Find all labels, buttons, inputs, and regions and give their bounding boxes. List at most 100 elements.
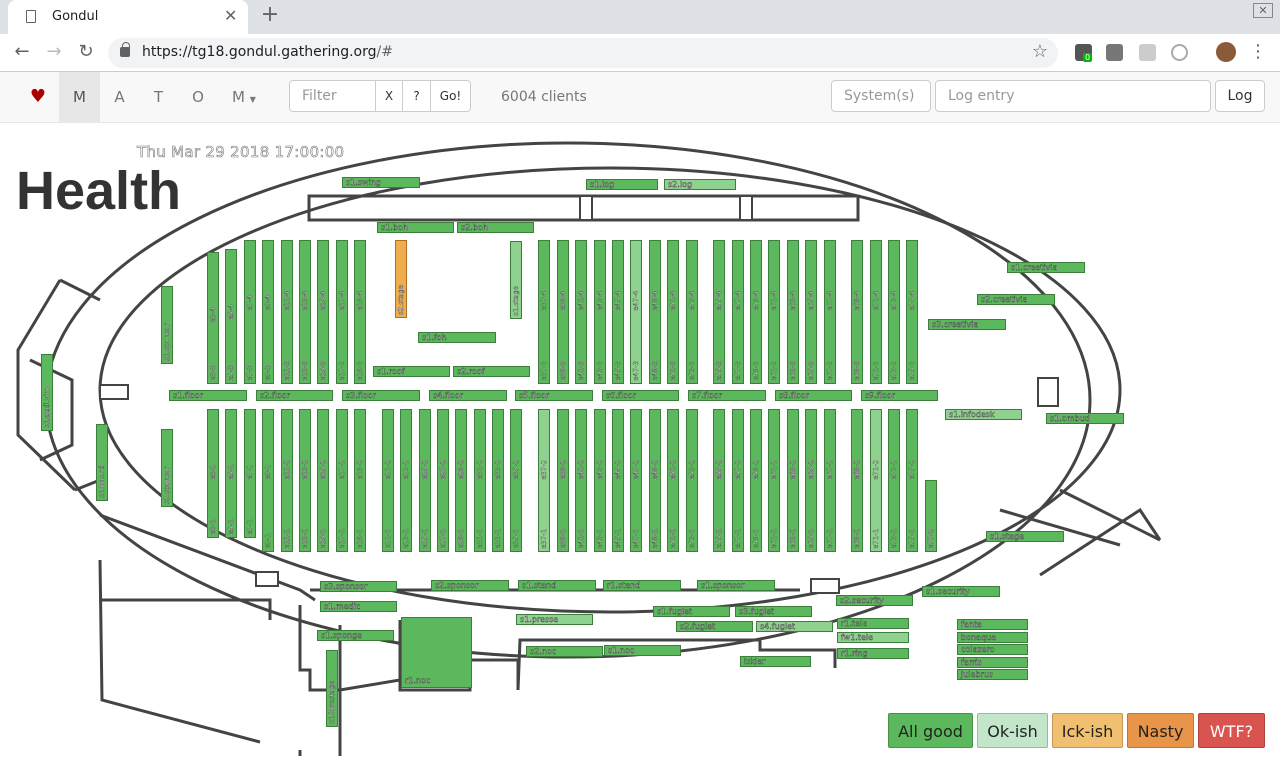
- switch-s3-sponsor[interactable]: s3.sponsor: [320, 581, 397, 592]
- switch-s1-stage[interactable]: s1.stage: [510, 241, 522, 319]
- switch-s2-security[interactable]: s2.security: [836, 595, 913, 606]
- switch-e61-4[interactable]: e61-4 e61-3: [768, 240, 780, 384]
- switch-e7-4[interactable]: e7-4 e7-3: [244, 240, 256, 384]
- switch-e75-4[interactable]: e75-4 e75-3: [906, 240, 918, 384]
- switch-e69-4[interactable]: e69-4 e69-3: [851, 240, 863, 384]
- switch-e25-2[interactable]: e25-2 e25-1: [419, 409, 431, 552]
- switch-s2-sponsor[interactable]: s2.sponsor: [431, 580, 509, 591]
- switch-e53-2[interactable]: e53-2 e53-1: [686, 409, 698, 552]
- switch-s6-floor[interactable]: s6.floor: [602, 390, 679, 401]
- switch-e63-4[interactable]: e63-4 e63-3: [787, 240, 799, 384]
- switch-e37-2[interactable]: e37-2 e37-1: [538, 409, 550, 552]
- switch-e65-2[interactable]: e65-2 e65-1: [805, 409, 817, 552]
- switch-s1-stage[interactable]: s1.stage: [986, 531, 1064, 542]
- switch-s4-floor[interactable]: s4.floor: [429, 390, 507, 401]
- switch-s2-sponsor[interactable]: s2.sponsor: [161, 429, 173, 507]
- switch-s9-floor[interactable]: s9.floor: [861, 390, 938, 401]
- switch-s1-ombud[interactable]: s1.ombud: [1046, 413, 1124, 424]
- switch-s2-boh[interactable]: s2.boh: [457, 222, 534, 233]
- switch-s1-foh[interactable]: s1.foh: [418, 332, 496, 343]
- switch-e59-4[interactable]: e59-4 e59-3: [750, 240, 762, 384]
- switch-s3-creativia[interactable]: s3.creativia: [928, 319, 1006, 330]
- switch-e43-4[interactable]: e43-4 e43-3: [594, 240, 606, 384]
- switch-e33-2[interactable]: e33-2 e33-1: [492, 409, 504, 552]
- switch-s2-stage[interactable]: s2.stage: [395, 240, 407, 318]
- switch-s2-creativia[interactable]: s2.creativia: [977, 294, 1055, 305]
- switch-r1-stand[interactable]: r1.stand: [603, 580, 681, 591]
- switch-e19-2[interactable]: e19-2 e19-1: [354, 409, 366, 552]
- switch-e9-4[interactable]: e9-4 e9-3: [262, 240, 274, 384]
- switch-s2-fuglet[interactable]: s2.fuglet: [676, 621, 753, 632]
- switch-s1-lorestage[interactable]: s1.lorestage: [326, 650, 338, 727]
- legend-ick-ish[interactable]: Ick-ish: [1052, 713, 1123, 748]
- switch-e13-2[interactable]: e13-2 e13-1: [299, 409, 311, 552]
- switch-s1-floor[interactable]: s1.floor: [169, 390, 247, 401]
- switch-s1-sponsor[interactable]: s1.sponsor: [697, 580, 775, 591]
- switch-s3-floor[interactable]: s3.floor: [342, 390, 420, 401]
- switch-e73-4[interactable]: e73-4 e73-3: [888, 240, 900, 384]
- switch-e15-4[interactable]: e15-4 e15-3: [317, 240, 329, 384]
- switch-e9-2[interactable]: e9-2 e9-1: [262, 409, 274, 552]
- switch-e59-2[interactable]: e59-2 e59-1: [750, 409, 762, 552]
- switch-r1-noc[interactable]: r1.noc: [401, 617, 472, 688]
- switch-farris[interactable]: farris: [957, 657, 1028, 668]
- switch-s1-hns-rd[interactable]: s1.hns.rd: [96, 424, 108, 501]
- switch-e67-4[interactable]: e67-4 e67-3: [824, 240, 836, 384]
- switch-s3-fuglet[interactable]: s3.fuglet: [735, 606, 812, 617]
- switch-s1-security[interactable]: s1.security: [922, 586, 1000, 597]
- switch-e3-2[interactable]: e3-2 e3-1: [207, 409, 219, 538]
- switch-e17-2[interactable]: e17-2 e17-1: [336, 409, 348, 552]
- switch-s1-boh[interactable]: s1.boh: [377, 222, 454, 233]
- switch-e17-4[interactable]: e17-4 e17-3: [336, 240, 348, 384]
- switch-e3-4[interactable]: e3-4 e3-3: [207, 252, 219, 384]
- switch-r1-ring[interactable]: r1.ring: [837, 648, 909, 659]
- switch-e51-2[interactable]: e51-2 e51-1: [667, 409, 679, 552]
- switch-julebrus[interactable]: julebrus: [957, 669, 1028, 680]
- switch-e35-2[interactable]: e35-2 e35-1: [510, 409, 522, 552]
- switch-s2-log[interactable]: s2.log: [664, 179, 736, 190]
- switch-e11-2[interactable]: e11-2 e11-1: [281, 409, 293, 552]
- switch-e13-4[interactable]: e13-4 e13-3: [299, 240, 311, 384]
- switch-e21-2[interactable]: e21-2 e21-1: [382, 409, 394, 552]
- switch-e49-2[interactable]: e49-2 e49-1: [649, 409, 661, 552]
- switch-s5-floor[interactable]: s5.floor: [515, 390, 593, 401]
- switch-e27-2[interactable]: e27-2 e27-1: [437, 409, 449, 552]
- switch-e43-2[interactable]: e43-2 e43-1: [594, 409, 606, 552]
- switch-e19-4[interactable]: e19-4 e19-3: [354, 240, 366, 384]
- switch-s4-fuglet[interactable]: s4.fuglet: [756, 621, 833, 632]
- switch-s1-presse[interactable]: s1.presse: [516, 614, 593, 625]
- switch-e65-4[interactable]: e65-4 e65-3: [805, 240, 817, 384]
- switch-bonaqua[interactable]: bonaqua: [957, 632, 1028, 643]
- switch-e23-2[interactable]: e23-2 e23-1: [400, 409, 412, 552]
- switch-e71-4[interactable]: e71-4 e71-3: [870, 240, 882, 384]
- switch-s1-swing[interactable]: s1.swing: [342, 177, 420, 188]
- switch-e51-4[interactable]: e51-4 e51-3: [667, 240, 679, 384]
- switch-s1-stand[interactable]: s1.stand: [518, 580, 596, 591]
- switch-e39-2[interactable]: e39-2 e39-1: [557, 409, 569, 552]
- switch-e45-2[interactable]: e45-2 e45-1: [612, 409, 624, 552]
- switch-e41-2[interactable]: e41-2 e41-1: [575, 409, 587, 552]
- switch-isklar[interactable]: isklar: [740, 656, 811, 667]
- switch-e73-2[interactable]: e73-2 e73-1: [888, 409, 900, 552]
- switch-s1-noc[interactable]: s1.noc: [604, 645, 681, 656]
- switch-s1-log[interactable]: s1.log: [586, 179, 658, 190]
- switch-s2-noc[interactable]: s2.noc: [526, 646, 603, 657]
- legend-wtf[interactable]: WTF?: [1198, 713, 1265, 748]
- switch-e77-2[interactable]: e77-2: [925, 480, 937, 552]
- switch-s1-medic[interactable]: s1.medic: [320, 601, 397, 612]
- legend-nasty[interactable]: Nasty: [1127, 713, 1194, 748]
- switch-e71-2[interactable]: e71-2 e71-1: [870, 409, 882, 552]
- switch-e75-2[interactable]: e75-2 e75-1: [906, 409, 918, 552]
- switch-e5-2[interactable]: e5-2 e5-1: [225, 409, 237, 538]
- switch-s7-floor[interactable]: s7.floor: [688, 390, 766, 401]
- switch-e45-4[interactable]: e45-4 e45-3: [612, 240, 624, 384]
- switch-e11-4[interactable]: e11-4 e11-3: [281, 240, 293, 384]
- switch-s1-creativia[interactable]: s1.creativia: [1007, 262, 1085, 273]
- switch-r1-tele[interactable]: r1.tele: [837, 618, 909, 629]
- switch-e55-4[interactable]: e55-4 e55-3: [713, 240, 725, 384]
- switch-e7-2[interactable]: e7-2 e7-1: [244, 409, 256, 538]
- switch-s1-fuglet[interactable]: s1.fuglet: [653, 606, 730, 617]
- switch-e47-2[interactable]: e47-2 e47-1: [630, 409, 642, 552]
- switch-e5-4[interactable]: e5-4 e5-3: [225, 249, 237, 384]
- switch-e53-4[interactable]: e53-4 e53-3: [686, 240, 698, 384]
